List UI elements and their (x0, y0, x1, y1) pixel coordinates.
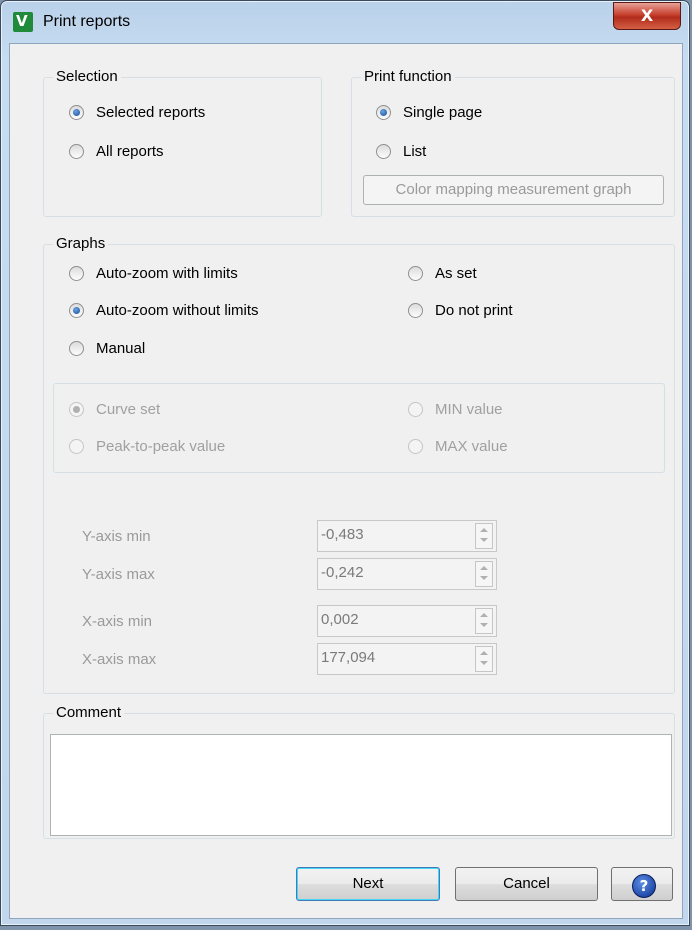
radio-curve-set[interactable]: Curve set (69, 401, 160, 418)
radio-circle (376, 144, 391, 159)
next-button[interactable]: Next (296, 867, 440, 901)
radio-label: All reports (96, 143, 164, 160)
close-button[interactable]: X (613, 2, 681, 30)
print-function-group: Print function Single page List Color ma… (351, 68, 675, 217)
comment-field[interactable] (50, 734, 672, 836)
stepper-value: 0,002 (321, 611, 359, 628)
radio-circle-checked (69, 402, 84, 417)
radio-circle-checked (69, 303, 84, 318)
y-axis-max-stepper[interactable]: -0,242 (317, 558, 497, 590)
radio-label: MIN value (435, 401, 503, 418)
radio-label: Curve set (96, 401, 161, 418)
spin-arrows-icon[interactable] (475, 561, 493, 587)
graphs-group: Graphs Auto-zoom with limits Auto-zoom w… (43, 235, 675, 694)
radio-label: Single page (403, 104, 483, 121)
radio-circle (69, 439, 84, 454)
radio-circle (408, 266, 423, 281)
stepper-value: -0,242 (321, 564, 364, 581)
radio-label: Auto-zoom without limits (96, 302, 259, 319)
title-bar[interactable]: Print reports X (1, 1, 689, 43)
radio-circle (408, 402, 423, 417)
selection-group: Selection Selected reports All reports (43, 68, 322, 217)
y-axis-min-stepper[interactable]: -0,483 (317, 520, 497, 552)
radio-circle-checked (376, 105, 391, 120)
radio-circle (69, 144, 84, 159)
radio-label: MAX value (435, 438, 508, 455)
radio-label: Peak-to-peak value (96, 438, 226, 455)
radio-do-not-print[interactable]: Do not print (408, 302, 513, 319)
radio-label: Manual (96, 340, 146, 357)
radio-label: Do not print (435, 302, 513, 319)
radio-list[interactable]: List (376, 143, 426, 160)
dialog-body: Selection Selected reports All reports P… (9, 43, 683, 919)
radio-label: Selected reports (96, 104, 206, 121)
radio-label: As set (435, 265, 477, 282)
window-title: Print reports (43, 13, 131, 30)
color-mapping-button[interactable]: Color mapping measurement graph (363, 175, 664, 205)
radio-max-value[interactable]: MAX value (408, 438, 508, 455)
radio-peak-to-peak[interactable]: Peak-to-peak value (69, 438, 225, 455)
spin-arrows-icon[interactable] (475, 646, 493, 672)
stepper-value: -0,483 (321, 526, 364, 543)
x-axis-min-label: X-axis min (82, 613, 153, 630)
radio-selected-reports[interactable]: Selected reports (69, 104, 205, 121)
radio-circle-checked (69, 105, 84, 120)
comment-group: Comment (43, 704, 675, 839)
radio-auto-zoom-without-limits[interactable]: Auto-zoom without limits (69, 302, 259, 319)
cancel-button[interactable]: Cancel (455, 867, 598, 901)
stepper-value: 177,094 (321, 649, 376, 666)
radio-circle (69, 341, 84, 356)
x-axis-min-stepper[interactable]: 0,002 (317, 605, 497, 637)
radio-min-value[interactable]: MIN value (408, 401, 503, 418)
comment-group-label: Comment (53, 704, 125, 722)
radio-auto-zoom-with-limits[interactable]: Auto-zoom with limits (69, 265, 238, 282)
help-icon: ? (632, 874, 656, 898)
help-button[interactable]: ? (611, 867, 673, 901)
radio-all-reports[interactable]: All reports (69, 143, 164, 160)
graphs-group-label: Graphs (53, 235, 109, 253)
manual-options-group: Curve set Peak-to-peak value MIN value M… (53, 383, 665, 473)
print-function-group-label: Print function (361, 68, 455, 86)
x-axis-max-label: X-axis max (82, 651, 157, 668)
spin-arrows-icon[interactable] (475, 523, 493, 549)
radio-label: List (403, 143, 427, 160)
spin-arrows-icon[interactable] (475, 608, 493, 634)
radio-label: Auto-zoom with limits (96, 265, 238, 282)
selection-group-label: Selection (53, 68, 121, 86)
print-reports-window: Print reports X Selection Selected repor… (0, 0, 690, 926)
radio-circle (408, 439, 423, 454)
radio-manual[interactable]: Manual (69, 340, 145, 357)
radio-circle (69, 266, 84, 281)
radio-as-set[interactable]: As set (408, 265, 477, 282)
y-axis-max-label: Y-axis max (82, 566, 155, 583)
x-axis-max-stepper[interactable]: 177,094 (317, 643, 497, 675)
app-logo-icon (13, 12, 33, 32)
radio-circle (408, 303, 423, 318)
radio-single-page[interactable]: Single page (376, 104, 482, 121)
y-axis-min-label: Y-axis min (82, 528, 151, 545)
